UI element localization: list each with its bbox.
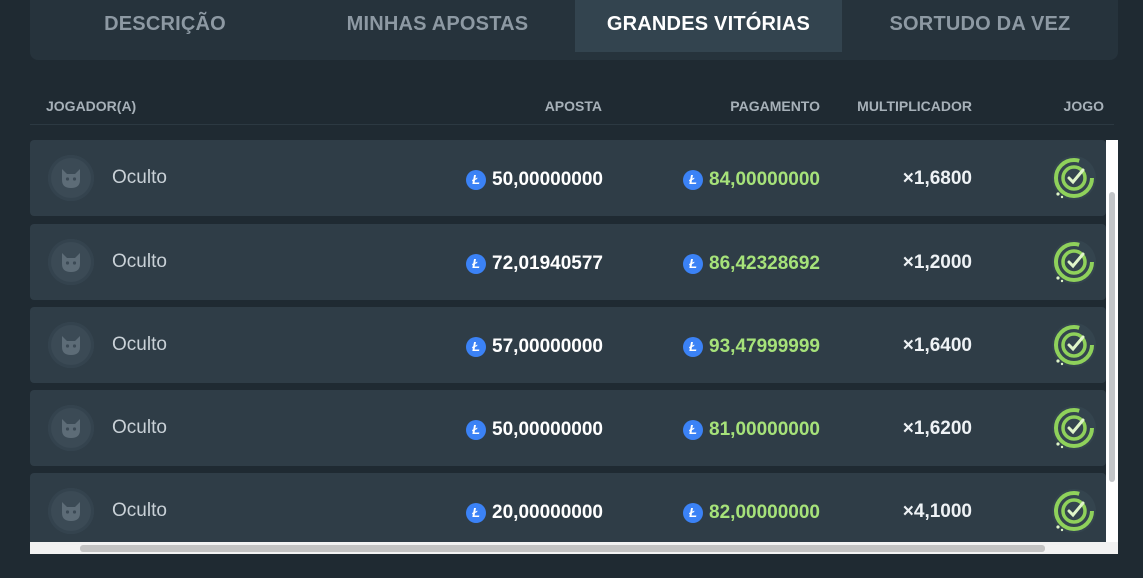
tab-bar: DESCRIÇÃO MINHAS APOSTAS GRANDES VITÓRIA…	[30, 0, 1118, 60]
table-header: JOGADOR(A) APOSTA PAGAMENTO MULTIPLICADO…	[30, 92, 1114, 125]
table-row[interactable]: Oculto Ł 57,00000000 Ł 93,47999999 ×1,6400	[30, 307, 1106, 383]
multiplier-value: ×1,6800	[902, 168, 972, 189]
bet-amount: Ł 50,00000000	[466, 169, 603, 191]
big-wins-table: Oculto Ł 50,00000000 Ł 84,00000000 ×1,6800 Ocu…	[30, 140, 1106, 542]
tab-big-wins[interactable]: GRANDES VITÓRIAS	[575, 0, 842, 52]
player-name: Oculto	[112, 334, 167, 355]
limbo-target-icon[interactable]	[1050, 487, 1098, 535]
payout-amount: Ł 82,00000000	[683, 502, 820, 524]
hidden-user-avatar-icon	[48, 405, 94, 451]
table-row[interactable]: Oculto Ł 50,00000000 Ł 84,00000000 ×1,6800	[30, 140, 1106, 216]
player-name: Oculto	[112, 417, 167, 438]
table-row[interactable]: Oculto Ł 72,01940577 Ł 86,42328692 ×1,2000	[30, 224, 1106, 300]
multiplier-value: ×4,1000	[902, 501, 972, 522]
litecoin-icon: Ł	[466, 254, 487, 274]
payout-value: 86,42328692	[709, 253, 820, 274]
bet-value: 57,00000000	[492, 336, 603, 357]
litecoin-icon: Ł	[683, 337, 704, 357]
column-header-multiplier: MULTIPLICADOR	[857, 98, 972, 114]
multiplier-value: ×1,2000	[902, 252, 972, 273]
litecoin-icon: Ł	[466, 420, 487, 440]
limbo-target-icon[interactable]	[1050, 404, 1098, 452]
hidden-user-avatar-icon	[48, 488, 94, 534]
bet-amount: Ł 50,00000000	[466, 419, 603, 441]
horizontal-scrollbar-thumb[interactable]	[80, 545, 1045, 552]
multiplier-value: ×1,6200	[902, 418, 972, 439]
litecoin-icon: Ł	[683, 254, 704, 274]
player-name: Oculto	[112, 251, 167, 272]
table-row[interactable]: Oculto Ł 50,00000000 Ł 81,00000000 ×1,6200	[30, 390, 1106, 466]
payout-amount: Ł 86,42328692	[683, 253, 820, 275]
hidden-user-avatar-icon	[48, 155, 94, 201]
payout-value: 81,00000000	[709, 419, 820, 440]
limbo-target-icon[interactable]	[1050, 321, 1098, 369]
bet-amount: Ł 57,00000000	[466, 336, 603, 358]
litecoin-icon: Ł	[466, 337, 487, 357]
bet-value: 50,00000000	[492, 169, 603, 190]
hidden-user-avatar-icon	[48, 239, 94, 285]
payout-amount: Ł 93,47999999	[683, 336, 820, 358]
tab-lucky-winner[interactable]: SORTUDO DA VEZ	[842, 0, 1118, 52]
payout-value: 93,47999999	[709, 336, 820, 357]
bet-value: 72,01940577	[492, 253, 603, 274]
tab-my-bets[interactable]: MINHAS APOSTAS	[300, 0, 575, 52]
bet-value: 50,00000000	[492, 419, 603, 440]
vertical-scrollbar-thumb[interactable]	[1109, 192, 1115, 482]
column-header-bet: APOSTA	[544, 98, 602, 114]
bet-amount: Ł 72,01940577	[466, 253, 603, 275]
hidden-user-avatar-icon	[48, 322, 94, 368]
litecoin-icon: Ł	[466, 170, 487, 190]
payout-value: 82,00000000	[709, 502, 820, 523]
column-header-payout: PAGAMENTO	[730, 98, 820, 114]
limbo-target-icon[interactable]	[1050, 154, 1098, 202]
litecoin-icon: Ł	[683, 420, 704, 440]
payout-value: 84,00000000	[709, 169, 820, 190]
limbo-target-icon[interactable]	[1050, 238, 1098, 286]
column-header-player: JOGADOR(A)	[46, 98, 137, 114]
bet-amount: Ł 20,00000000	[466, 502, 603, 524]
player-name: Oculto	[112, 167, 167, 188]
bet-value: 20,00000000	[492, 502, 603, 523]
tab-description[interactable]: DESCRIÇÃO	[30, 0, 300, 52]
payout-amount: Ł 84,00000000	[683, 169, 820, 191]
multiplier-value: ×1,6400	[902, 335, 972, 356]
player-name: Oculto	[112, 500, 167, 521]
table-row[interactable]: Oculto Ł 20,00000000 Ł 82,00000000 ×4,1000	[30, 473, 1106, 542]
litecoin-icon: Ł	[683, 170, 704, 190]
litecoin-icon: Ł	[466, 503, 487, 523]
litecoin-icon: Ł	[683, 503, 704, 523]
payout-amount: Ł 81,00000000	[683, 419, 820, 441]
column-header-game: JOGO	[1063, 98, 1104, 114]
